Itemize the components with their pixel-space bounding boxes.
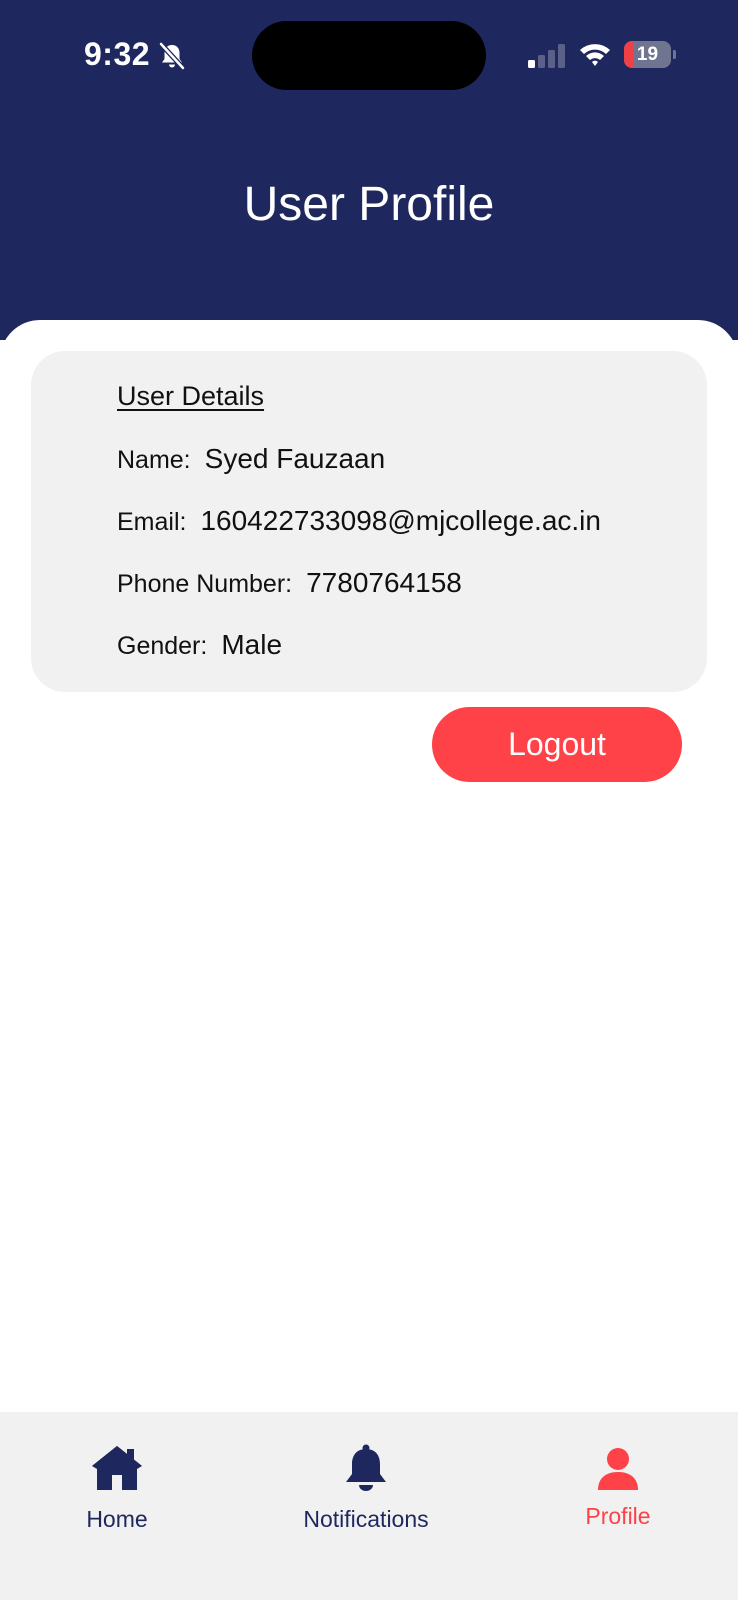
detail-value: 160422733098@mjcollege.ac.in (200, 505, 601, 536)
detail-row-gender: Gender: Male (117, 629, 282, 661)
detail-value: Male (221, 629, 283, 660)
detail-label: Gender: (117, 632, 208, 660)
tab-notifications[interactable]: Notifications (290, 1412, 442, 1532)
person-icon (598, 1448, 638, 1490)
status-time: 9:32 (84, 36, 151, 72)
battery-nub (673, 50, 676, 59)
tab-profile[interactable]: Profile (572, 1412, 664, 1532)
page-title: User Profile (243, 178, 495, 231)
tab-label: Profile (585, 1503, 651, 1529)
status-bar: 9:32 19 (0, 0, 738, 110)
header: 9:32 19 User Profile (0, 0, 738, 340)
battery-level: 19 (636, 44, 659, 65)
detail-row-email: Email: 160422733098@mjcollege.ac.in (117, 505, 601, 537)
tab-bar: Home Notifications Profile (0, 1412, 738, 1600)
tab-home[interactable]: Home (72, 1412, 162, 1532)
bell-icon (346, 1444, 386, 1491)
detail-label: Name: (117, 446, 191, 474)
cellular-signal-icon (528, 44, 565, 68)
detail-label: Phone Number: (117, 570, 293, 598)
detail-label: Email: (117, 508, 187, 536)
wifi-icon (580, 44, 610, 66)
detail-row-name: Name: Syed Fauzaan (117, 443, 385, 475)
logout-button[interactable]: Logout (432, 707, 682, 782)
home-icon (92, 1446, 142, 1490)
user-details-heading: User Details (117, 381, 265, 411)
battery-body: 19 (624, 41, 671, 68)
detail-value: Syed Fauzaan (204, 443, 386, 474)
detail-value: 7780764158 (306, 567, 462, 598)
tab-label: Home (86, 1506, 148, 1532)
dynamic-island (252, 21, 486, 90)
battery-icon: 19 (624, 41, 676, 68)
detail-row-phone: Phone Number: 7780764158 (117, 567, 462, 599)
tab-label: Notifications (303, 1506, 429, 1532)
bell-slash-icon (159, 42, 185, 70)
